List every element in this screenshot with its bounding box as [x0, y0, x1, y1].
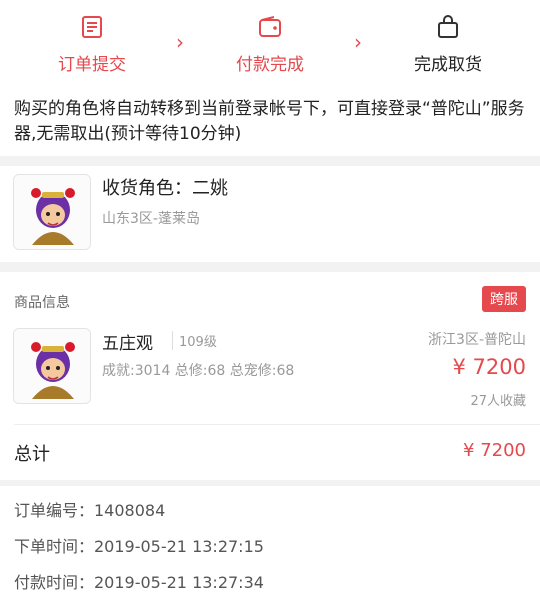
chevron-right-icon: ›: [354, 30, 362, 54]
avatar: [13, 174, 91, 250]
step-label: 完成取货: [414, 55, 482, 75]
step-label: 付款完成: [236, 55, 304, 75]
item-name[interactable]: 五庄观: [102, 329, 153, 354]
order-time: 下单时间：2019-05-21 13:27:15: [14, 537, 264, 556]
receipt-icon: [82, 16, 102, 38]
receiving-role-card: 收货角色：二姚 山东3区-蓬莱岛: [0, 166, 540, 262]
receiving-role-name: 收货角色：二姚: [102, 178, 228, 199]
character-avatar-icon: [14, 329, 90, 403]
step-payment-complete: 付款完成: [210, 14, 330, 75]
bag-icon: [438, 15, 458, 38]
transfer-notice: 购买的角色将自动转移到当前登录帐号下，可直接登录“普陀山”服务器,无需取出(预计…: [0, 90, 540, 156]
favorite-count: 27人收藏: [470, 394, 526, 409]
divider: [14, 424, 540, 425]
step-label: 订单提交: [58, 55, 126, 75]
total-label: 总计: [14, 444, 50, 465]
step-order-submitted: 订单提交: [32, 14, 152, 75]
cross-server-badge: 跨服: [482, 286, 526, 312]
order-details: 订单编号：1408084 下单时间：2019-05-21 13:27:15 付款…: [0, 486, 540, 606]
step-pickup-complete: 完成取货: [388, 14, 508, 75]
wallet-icon: [259, 16, 281, 37]
item-stats: 成就:3014 总修:68 总宠修:68: [102, 363, 295, 379]
goods-info-section: 商品信息 跨服 五庄观 109级 成就:3014 总修:68 总宠修:68 浙江…: [0, 272, 540, 480]
section-title: 商品信息: [14, 295, 70, 311]
item-server: 浙江3区-普陀山: [428, 332, 526, 348]
item-price: ¥ 7200: [452, 355, 526, 379]
receiving-role-server: 山东3区-蓬莱岛: [102, 211, 200, 227]
item-avatar[interactable]: [13, 328, 91, 404]
order-number: 订单编号：1408084: [14, 501, 166, 520]
total-value: ¥ 7200: [463, 440, 526, 461]
character-avatar-icon: [14, 175, 90, 249]
item-level: 109级: [172, 331, 217, 350]
payment-time: 付款时间：2019-05-21 13:27:34: [14, 573, 264, 592]
order-progress-steps: 订单提交 › 付款完成 › 完成取货: [0, 0, 540, 90]
chevron-right-icon: ›: [176, 30, 184, 54]
